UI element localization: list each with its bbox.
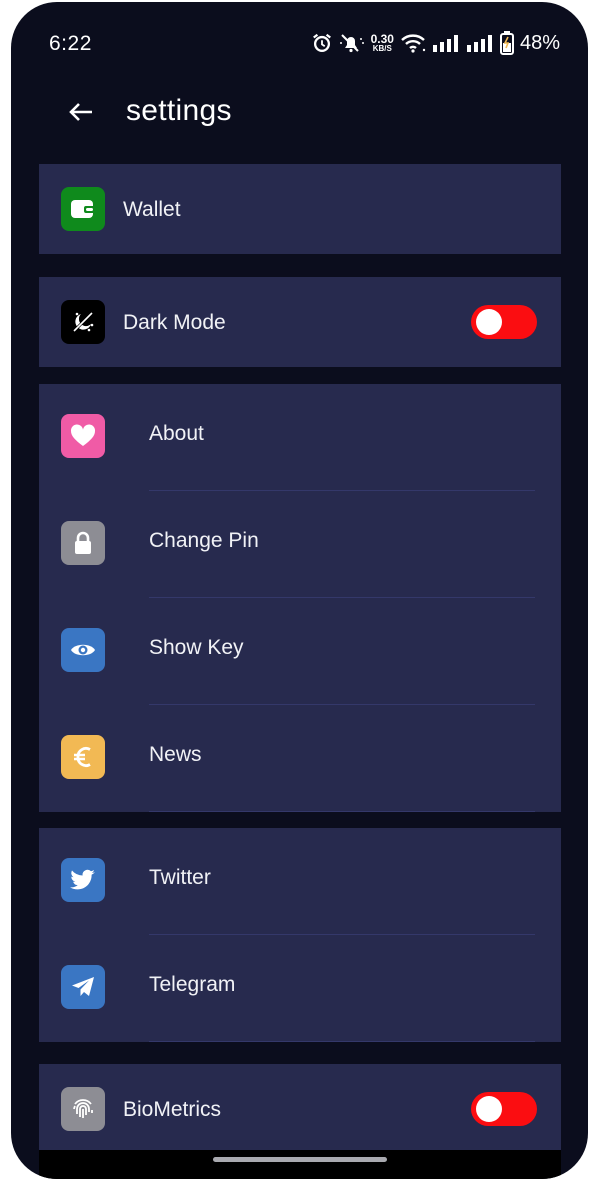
- biometrics-label: BioMetrics: [123, 1098, 222, 1121]
- signal-icon: [466, 33, 494, 53]
- settings-item-wallet[interactable]: Wallet: [39, 164, 561, 254]
- twitter-icon: [61, 858, 105, 902]
- back-button[interactable]: [63, 96, 99, 132]
- wallet-card: Wallet: [39, 164, 561, 254]
- about-label: About: [149, 422, 204, 445]
- settings-item-show-key[interactable]: Show Key: [39, 598, 561, 705]
- settings-item-telegram[interactable]: Telegram: [39, 935, 561, 1042]
- toggle-knob: [476, 1096, 502, 1122]
- dark-mode-toggle[interactable]: [471, 305, 537, 339]
- lock-icon: [61, 521, 105, 565]
- telegram-label: Telegram: [149, 973, 236, 996]
- biometrics-card: BioMetrics: [39, 1064, 561, 1154]
- show-key-label: Show Key: [149, 636, 244, 659]
- battery-percentage: 48%: [519, 31, 560, 54]
- euro-icon: [61, 735, 105, 779]
- divider: [149, 1041, 535, 1042]
- dark-mode-card: Dark Mode: [39, 277, 561, 367]
- home-indicator[interactable]: [213, 1157, 387, 1162]
- mute-icon: [339, 32, 365, 54]
- status-icons: 0.30 KB/S 48%: [311, 31, 560, 55]
- settings-item-twitter[interactable]: Twitter: [39, 828, 561, 935]
- wallet-icon: [61, 187, 105, 231]
- twitter-label: Twitter: [149, 866, 211, 889]
- social-card: Twitter Telegram: [39, 828, 561, 1042]
- settings-item-about[interactable]: About: [39, 384, 561, 491]
- wifi-icon: [400, 33, 426, 53]
- status-time: 6:22: [49, 32, 92, 55]
- arrow-left-icon: [68, 101, 94, 128]
- wallet-label: Wallet: [123, 198, 181, 221]
- eye-icon: [61, 628, 105, 672]
- settings-item-biometrics[interactable]: BioMetrics: [39, 1064, 561, 1154]
- app-bar: settings: [11, 82, 588, 146]
- phone-screen: 6:22 0.30 KB/S 48% settings Wallet Dark …: [11, 2, 588, 1179]
- navigation-bar: [39, 1150, 561, 1179]
- divider: [149, 811, 535, 812]
- news-label: News: [149, 743, 202, 766]
- battery-icon: [499, 31, 514, 55]
- heart-icon: [61, 414, 105, 458]
- alarm-icon: [311, 32, 333, 54]
- settings-item-dark-mode[interactable]: Dark Mode: [39, 277, 561, 367]
- change-pin-label: Change Pin: [149, 529, 259, 552]
- settings-item-news[interactable]: News: [39, 705, 561, 812]
- dark-mode-icon: [61, 300, 105, 344]
- settings-item-change-pin[interactable]: Change Pin: [39, 491, 561, 598]
- toggle-knob: [476, 309, 502, 335]
- biometrics-toggle[interactable]: [471, 1092, 537, 1126]
- page-title: settings: [126, 94, 232, 127]
- status-bar: 6:22 0.30 KB/S 48%: [11, 2, 588, 82]
- fingerprint-icon: [61, 1087, 105, 1131]
- general-settings-card: About Change Pin Show Key News: [39, 384, 561, 812]
- net-speed: 0.30 KB/S: [370, 32, 394, 53]
- dark-mode-label: Dark Mode: [123, 311, 226, 334]
- telegram-icon: [61, 965, 105, 1009]
- signal-icon: [432, 33, 460, 53]
